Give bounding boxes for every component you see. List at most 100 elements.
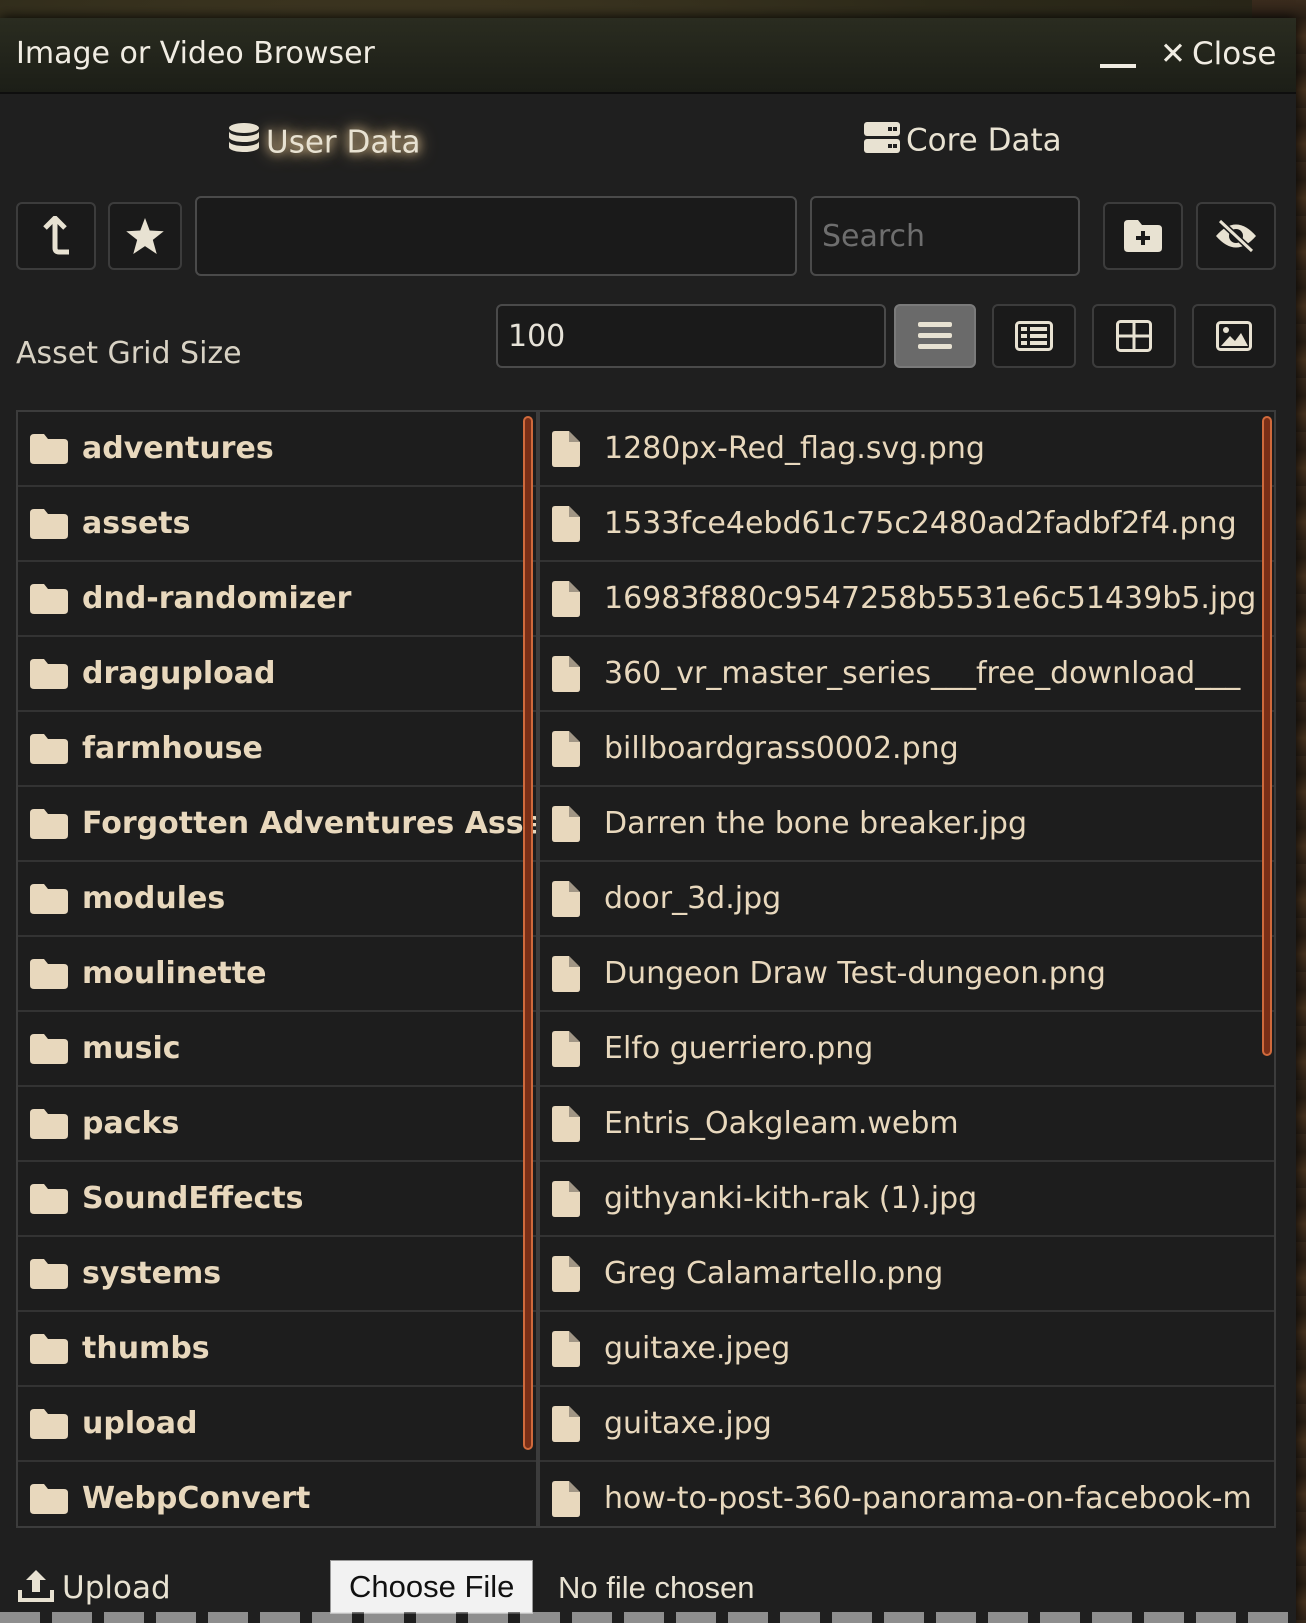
directory-item[interactable]: dragupload: [18, 637, 536, 712]
toggle-privacy-button[interactable]: [1196, 202, 1276, 270]
favorites-button[interactable]: [108, 202, 182, 270]
directory-name: dnd-randomizer: [82, 581, 352, 616]
directory-item[interactable]: thumbs: [18, 1312, 536, 1387]
directory-item[interactable]: music: [18, 1012, 536, 1087]
file-icon: [552, 1105, 590, 1142]
folder-icon: [30, 958, 68, 989]
file-item[interactable]: Dungeon Draw Test-dungeon.png: [540, 937, 1274, 1012]
bars-icon: [918, 322, 952, 349]
directory-name: WebpConvert: [82, 1481, 311, 1516]
file-name: Greg Calamartello.png: [604, 1256, 944, 1291]
search-input[interactable]: [810, 196, 1080, 276]
folder-plus-icon: [1124, 220, 1162, 252]
directory-name: dragupload: [82, 656, 276, 691]
window-title: Image or Video Browser: [16, 36, 375, 71]
directory-item[interactable]: systems: [18, 1237, 536, 1312]
directory-item[interactable]: Forgotten Adventures Assets: [18, 787, 536, 862]
directory-item[interactable]: WebpConvert: [18, 1462, 536, 1526]
file-name: 1533fce4ebd61c75c2480ad2fadbf2f4.png: [604, 506, 1237, 541]
file-icon: [552, 805, 590, 842]
directory-item[interactable]: upload: [18, 1387, 536, 1462]
file-item[interactable]: door_3d.jpg: [540, 862, 1274, 937]
view-list-button[interactable]: [894, 304, 976, 368]
file-item[interactable]: 1533fce4ebd61c75c2480ad2fadbf2f4.png: [540, 487, 1274, 562]
file-item[interactable]: githyanki-kith-rak (1).jpg: [540, 1162, 1274, 1237]
file-item[interactable]: guitaxe.jpg: [540, 1387, 1274, 1462]
close-button[interactable]: ✕ Close: [1160, 36, 1276, 72]
file-name: 360_vr_master_series___free_download___: [604, 656, 1241, 691]
file-icon: [552, 430, 590, 467]
directory-scrollbar[interactable]: [523, 416, 533, 1450]
file-item[interactable]: 360_vr_master_series___free_download___: [540, 637, 1274, 712]
asset-grid-size-label: Asset Grid Size: [16, 336, 242, 371]
file-name: githyanki-kith-rak (1).jpg: [604, 1181, 978, 1216]
file-icon: [552, 580, 590, 617]
view-thumbs-button[interactable]: [992, 304, 1076, 368]
file-icon: [552, 1330, 590, 1367]
file-item[interactable]: 1280px-Red_flag.svg.png: [540, 412, 1274, 487]
folder-icon: [30, 433, 68, 464]
folder-icon: [30, 1408, 68, 1439]
window-titlebar[interactable]: Image or Video Browser ✕ Close: [0, 18, 1296, 94]
file-item[interactable]: 16983f880c9547258b5531e6c51439b5.jpg: [540, 562, 1274, 637]
file-name: Darren the bone breaker.jpg: [604, 806, 1028, 841]
view-tiles-button[interactable]: [1092, 304, 1176, 368]
directory-item[interactable]: SoundEffects: [18, 1162, 536, 1237]
file-browser-window: Image or Video Browser ✕Close User Data: [0, 18, 1296, 1623]
directory-name: adventures: [82, 431, 274, 466]
directory-item[interactable]: adventures: [18, 412, 536, 487]
folder-icon: [30, 658, 68, 689]
file-item[interactable]: Darren the bone breaker.jpg: [540, 787, 1274, 862]
directory-item[interactable]: modules: [18, 862, 536, 937]
file-icon: [552, 955, 590, 992]
directory-name: upload: [82, 1406, 198, 1441]
file-name: how-to-post-360-panorama-on-facebook-m: [604, 1481, 1252, 1516]
file-item[interactable]: Entris_Oakgleam.webm: [540, 1087, 1274, 1162]
upload-icon: [18, 1570, 54, 1602]
level-up-icon: [43, 216, 69, 255]
folder-icon: [30, 1033, 68, 1064]
star-icon: [126, 218, 164, 254]
folder-icon: [30, 808, 68, 839]
file-icon: [552, 730, 590, 767]
minimize-icon[interactable]: [1100, 64, 1136, 68]
up-directory-button[interactable]: [16, 202, 96, 270]
database-icon: [228, 122, 260, 166]
tab-core-data[interactable]: Core Data: [864, 122, 1062, 162]
file-item[interactable]: Greg Calamartello.png: [540, 1237, 1274, 1312]
create-folder-button[interactable]: [1103, 202, 1183, 270]
file-icon: [552, 1255, 590, 1292]
directory-item[interactable]: dnd-randomizer: [18, 562, 536, 637]
file-item[interactable]: billboardgrass0002.png: [540, 712, 1274, 787]
directory-name: Forgotten Adventures Assets: [82, 806, 536, 841]
grid-size-input[interactable]: [496, 304, 886, 368]
choose-file-button[interactable]: Choose File: [330, 1560, 534, 1614]
file-item[interactable]: Elfo guerriero.png: [540, 1012, 1274, 1087]
upload-text: Upload: [62, 1570, 171, 1606]
file-name: Entris_Oakgleam.webm: [604, 1106, 959, 1141]
directory-item[interactable]: farmhouse: [18, 712, 536, 787]
folder-icon: [30, 733, 68, 764]
file-name: guitaxe.jpeg: [604, 1331, 791, 1366]
file-scrollbar[interactable]: [1262, 416, 1272, 1056]
directory-name: moulinette: [82, 956, 267, 991]
folder-icon: [30, 1258, 68, 1289]
eye-slash-icon: [1216, 219, 1256, 253]
file-name: billboardgrass0002.png: [604, 731, 959, 766]
view-images-button[interactable]: [1192, 304, 1276, 368]
directory-name: music: [82, 1031, 181, 1066]
file-icon: [552, 880, 590, 917]
directory-item[interactable]: packs: [18, 1087, 536, 1162]
directory-item[interactable]: moulinette: [18, 937, 536, 1012]
directory-name: modules: [82, 881, 226, 916]
file-icon: [552, 655, 590, 692]
path-input[interactable]: [195, 196, 797, 276]
file-item[interactable]: how-to-post-360-panorama-on-facebook-m: [540, 1462, 1274, 1526]
directory-name: assets: [82, 506, 191, 541]
folder-icon: [30, 1183, 68, 1214]
file-name: 1280px-Red_flag.svg.png: [604, 431, 985, 466]
file-item[interactable]: guitaxe.jpeg: [540, 1312, 1274, 1387]
directory-item[interactable]: assets: [18, 487, 536, 562]
th-list-icon: [1015, 321, 1053, 351]
tab-user-data[interactable]: User Data: [228, 122, 421, 166]
